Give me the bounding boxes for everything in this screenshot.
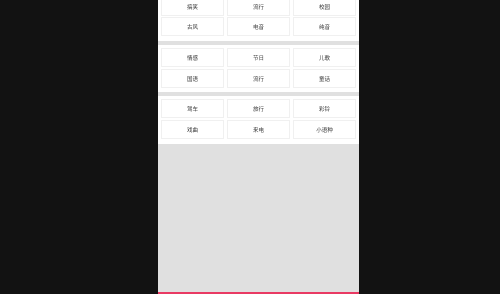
category-tag[interactable]: 戏曲 xyxy=(161,120,224,139)
category-tag[interactable]: 古风 xyxy=(161,17,224,36)
category-tag[interactable]: 驾车 xyxy=(161,99,224,118)
category-tag[interactable]: 校园 xyxy=(293,0,356,16)
category-card-3: 驾车 旅行 彩铃 戏曲 来电 小语种 xyxy=(158,96,359,144)
category-tag[interactable]: 国语 xyxy=(161,69,224,88)
category-row: 国语 流行 童话 xyxy=(158,69,359,89)
phone-screen: 搞笑 流行 校园 古风 电音 纯音 情感 节日 儿歌 国语 流行 童话 驾车 旅… xyxy=(158,0,359,294)
category-tag[interactable]: 旅行 xyxy=(227,99,290,118)
category-tag[interactable]: 电音 xyxy=(227,17,290,36)
category-tag[interactable]: 流行 xyxy=(227,69,290,88)
category-tag[interactable]: 来电 xyxy=(227,120,290,139)
category-card-2: 情感 节日 儿歌 国语 流行 童话 xyxy=(158,45,359,92)
category-tag[interactable]: 童话 xyxy=(293,69,356,88)
category-row: 古风 电音 纯音 xyxy=(158,17,359,37)
category-tag[interactable]: 彩铃 xyxy=(293,99,356,118)
category-row: 驾车 旅行 彩铃 xyxy=(158,99,359,119)
category-tag[interactable]: 流行 xyxy=(227,0,290,16)
category-tag[interactable]: 纯音 xyxy=(293,17,356,36)
category-tag[interactable]: 小语种 xyxy=(293,120,356,139)
category-row: 戏曲 来电 小语种 xyxy=(158,120,359,140)
category-card-1: 搞笑 流行 校园 古风 电音 纯音 xyxy=(158,0,359,41)
category-tag[interactable]: 情感 xyxy=(161,48,224,67)
category-row: 搞笑 流行 校园 xyxy=(158,0,359,17)
category-tag[interactable]: 儿歌 xyxy=(293,48,356,67)
category-row: 情感 节日 儿歌 xyxy=(158,48,359,68)
category-tag[interactable]: 节日 xyxy=(227,48,290,67)
category-tag[interactable]: 搞笑 xyxy=(161,0,224,16)
